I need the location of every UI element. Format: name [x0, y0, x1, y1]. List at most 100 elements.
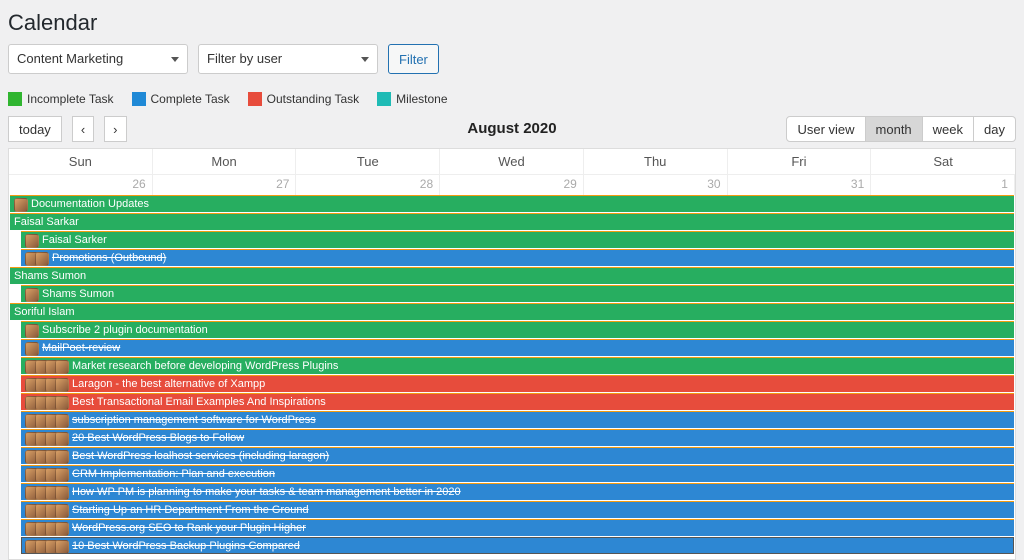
- task-label: Starting Up an HR Department From the Gr…: [72, 504, 309, 516]
- avatar: [35, 252, 49, 266]
- legend-milestone: Milestone: [377, 92, 447, 106]
- day-header-row: Sun Mon Tue Wed Thu Fri Sat: [9, 149, 1015, 174]
- avatar: [55, 378, 69, 392]
- legend-label: Outstanding Task: [267, 92, 360, 106]
- task-bar[interactable]: Subscribe 2 plugin documentation: [21, 321, 1014, 338]
- date-row: 26 27 28 29 30 31 1: [9, 174, 1015, 195]
- task-bar[interactable]: subscription management software for Wor…: [21, 411, 1014, 428]
- today-button[interactable]: today: [8, 116, 62, 142]
- task-bar[interactable]: Market research before developing WordPr…: [21, 357, 1014, 374]
- day-header: Mon: [153, 149, 297, 174]
- task-label: Documentation Updates: [31, 198, 149, 210]
- avatar: [25, 288, 39, 302]
- task-label: Shams Sumon: [14, 270, 86, 282]
- task-bar[interactable]: CRM Implementation: Plan and execution: [21, 465, 1014, 482]
- next-button[interactable]: ›: [104, 116, 126, 142]
- task-label: Market research before developing WordPr…: [72, 360, 338, 372]
- date-cell[interactable]: 30: [584, 175, 728, 195]
- task-bar[interactable]: 10 Best WordPress Backup Plugins Compare…: [21, 537, 1014, 554]
- avatar-group: [25, 432, 69, 446]
- prev-button[interactable]: ‹: [72, 116, 94, 142]
- swatch-incomplete: [8, 92, 22, 106]
- task-bar[interactable]: Promotions (Outbound): [21, 249, 1014, 266]
- task-bar[interactable]: How WP PM is planning to make your tasks…: [21, 483, 1014, 500]
- task-label: 20 Best WordPress Blogs to Follow: [72, 432, 244, 444]
- day-header: Sun: [9, 149, 153, 174]
- avatar: [55, 468, 69, 482]
- period-label: August 2020: [467, 120, 556, 137]
- date-cell[interactable]: 31: [728, 175, 872, 195]
- calendar-grid: Sun Mon Tue Wed Thu Fri Sat 26 27 28 29 …: [8, 148, 1016, 560]
- task-bar[interactable]: Faisal Sarkar: [10, 213, 1014, 230]
- avatar: [55, 396, 69, 410]
- task-bar[interactable]: Starting Up an HR Department From the Gr…: [21, 501, 1014, 518]
- view-month[interactable]: month: [866, 116, 923, 142]
- avatar: [55, 360, 69, 374]
- avatar-group: [25, 540, 69, 554]
- avatar-group: [25, 486, 69, 500]
- avatar-group: [25, 450, 69, 464]
- avatar: [55, 504, 69, 518]
- legend-outstanding: Outstanding Task: [248, 92, 360, 106]
- avatar-group: [25, 288, 39, 302]
- filter-bar: Content Marketing Filter by user Filter: [8, 44, 1016, 74]
- avatar-group: [25, 522, 69, 536]
- avatar: [25, 234, 39, 248]
- task-bar[interactable]: Laragon - the best alternative of Xampp: [21, 375, 1014, 392]
- user-select[interactable]: Filter by user: [198, 44, 378, 74]
- avatar-group: [25, 504, 69, 518]
- avatar-group: [25, 342, 39, 356]
- task-label: Faisal Sarkar: [14, 216, 79, 228]
- view-week[interactable]: week: [923, 116, 974, 142]
- project-select[interactable]: Content Marketing: [8, 44, 188, 74]
- date-cell[interactable]: 26: [9, 175, 153, 195]
- legend-label: Complete Task: [151, 92, 230, 106]
- legend-label: Incomplete Task: [27, 92, 114, 106]
- day-header: Fri: [728, 149, 872, 174]
- task-label: MailPoet-review: [42, 342, 120, 354]
- view-day[interactable]: day: [974, 116, 1016, 142]
- legend-incomplete: Incomplete Task: [8, 92, 114, 106]
- swatch-milestone: [377, 92, 391, 106]
- legend: Incomplete Task Complete Task Outstandin…: [8, 92, 1016, 106]
- task-bar[interactable]: Faisal Sarker: [21, 231, 1014, 248]
- task-bar[interactable]: Shams Sumon: [21, 285, 1014, 302]
- day-header: Wed: [440, 149, 584, 174]
- task-bar[interactable]: MailPoet-review: [21, 339, 1014, 356]
- task-bar[interactable]: Documentation Updates: [10, 195, 1014, 212]
- task-label: Faisal Sarker: [42, 234, 107, 246]
- avatar-group: [25, 468, 69, 482]
- task-bar[interactable]: WordPress.org SEO to Rank your Plugin Hi…: [21, 519, 1014, 536]
- date-cell[interactable]: 28: [296, 175, 440, 195]
- task-label: WordPress.org SEO to Rank your Plugin Hi…: [72, 522, 306, 534]
- task-label: subscription management software for Wor…: [72, 414, 316, 426]
- avatar: [55, 414, 69, 428]
- day-header: Thu: [584, 149, 728, 174]
- avatar: [55, 540, 69, 554]
- task-label: Best Transactional Email Examples And In…: [72, 396, 326, 408]
- task-label: How WP PM is planning to make your tasks…: [72, 486, 461, 498]
- task-bar[interactable]: Best WordPress loalhost services (includ…: [21, 447, 1014, 464]
- task-bar[interactable]: 20 Best WordPress Blogs to Follow: [21, 429, 1014, 446]
- task-label: Laragon - the best alternative of Xampp: [72, 378, 265, 390]
- task-bar[interactable]: Soriful Islam: [10, 303, 1014, 320]
- date-cell[interactable]: 1: [871, 175, 1015, 195]
- date-cell[interactable]: 29: [440, 175, 584, 195]
- view-user[interactable]: User view: [786, 116, 865, 142]
- calendar-toolbar: today ‹ › August 2020 User view month we…: [8, 114, 1016, 144]
- task-bar[interactable]: Best Transactional Email Examples And In…: [21, 393, 1014, 410]
- task-label: CRM Implementation: Plan and execution: [72, 468, 275, 480]
- task-bar[interactable]: Shams Sumon: [10, 267, 1014, 284]
- avatar-group: [25, 360, 69, 374]
- avatar-group: [25, 324, 39, 338]
- legend-complete: Complete Task: [132, 92, 230, 106]
- date-cell[interactable]: 27: [153, 175, 297, 195]
- avatar: [55, 432, 69, 446]
- task-label: Subscribe 2 plugin documentation: [42, 324, 208, 336]
- avatar: [55, 522, 69, 536]
- swatch-complete: [132, 92, 146, 106]
- task-label: Promotions (Outbound): [52, 252, 166, 264]
- filter-button[interactable]: Filter: [388, 44, 439, 74]
- avatar-group: [25, 252, 49, 266]
- avatar: [25, 342, 39, 356]
